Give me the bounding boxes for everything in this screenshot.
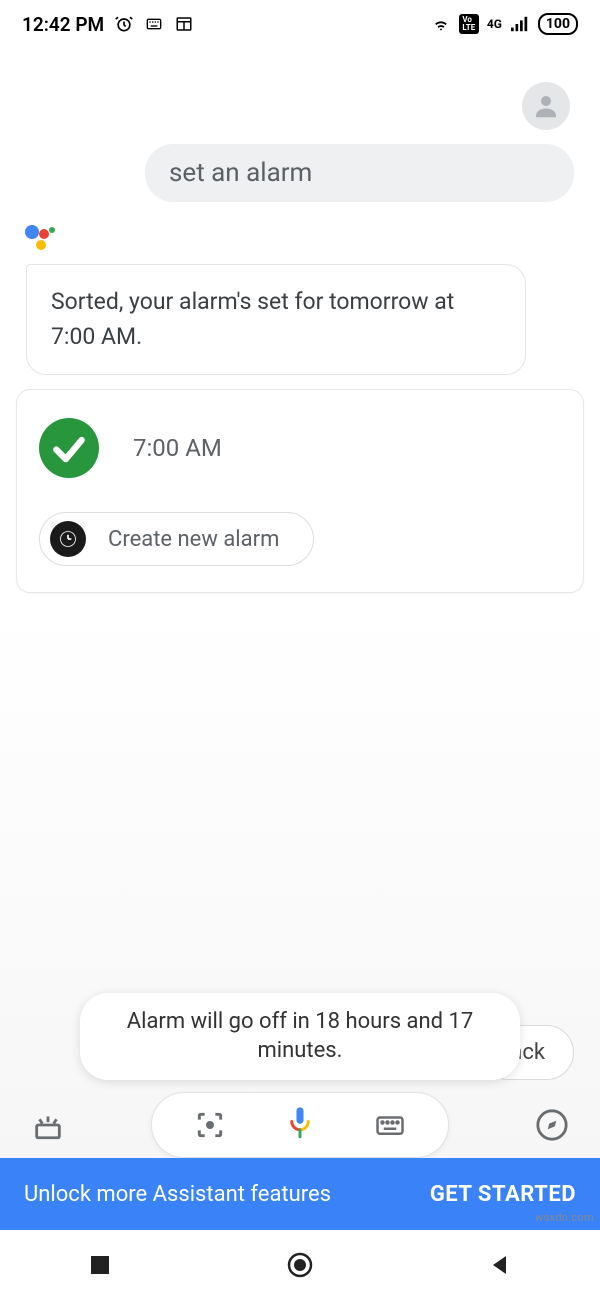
toast-message: Alarm will go off in 18 hours and 17 min…	[80, 993, 520, 1080]
status-time: 12:42 PM	[22, 13, 104, 36]
news-indicator-icon	[174, 14, 194, 34]
conversation-area: set an alarm Sorted, your alarm's set fo…	[0, 48, 600, 1300]
recents-button[interactable]	[80, 1245, 120, 1285]
user-message-text: set an alarm	[169, 158, 312, 188]
explore-icon[interactable]	[532, 1105, 572, 1145]
keyboard-indicator-icon	[144, 14, 164, 34]
clock-icon	[50, 521, 86, 557]
assistant-reply-bubble: Sorted, your alarm's set for tomorrow at…	[26, 264, 526, 375]
wifi-icon	[431, 14, 451, 34]
lens-icon[interactable]	[192, 1107, 228, 1143]
status-bar: 12:42 PM VoLTE 4G 100	[0, 0, 600, 48]
signal-icon	[510, 14, 530, 34]
back-button[interactable]	[480, 1245, 520, 1285]
create-alarm-chip[interactable]: Create new alarm	[39, 512, 314, 566]
alarm-card: 7:00 AM Create new alarm	[16, 389, 584, 593]
network-type: 4G	[487, 17, 502, 31]
updates-icon[interactable]	[28, 1105, 68, 1145]
volte-icon: VoLTE	[459, 14, 479, 34]
watermark: wsxdn.com	[535, 1211, 594, 1224]
check-icon	[39, 418, 99, 478]
input-pill	[151, 1092, 449, 1158]
system-nav-bar	[0, 1230, 600, 1300]
battery-indicator: 100	[538, 13, 578, 35]
mic-icon[interactable]	[282, 1107, 318, 1143]
user-avatar[interactable]	[522, 82, 570, 130]
promo-banner[interactable]: Unlock more Assistant features GET START…	[0, 1158, 600, 1230]
assistant-reply-text: Sorted, your alarm's set for tomorrow at…	[51, 288, 454, 350]
assistant-logo-icon	[24, 222, 586, 256]
keyboard-icon[interactable]	[372, 1107, 408, 1143]
user-message-bubble: set an alarm	[145, 144, 574, 202]
home-button[interactable]	[280, 1245, 320, 1285]
assistant-input-row	[0, 1092, 600, 1158]
alarm-time-label: 7:00 AM	[133, 434, 222, 462]
create-alarm-label: Create new alarm	[108, 527, 279, 552]
banner-text: Unlock more Assistant features	[24, 1182, 331, 1207]
alarm-indicator-icon	[114, 14, 134, 34]
get-started-button[interactable]: GET STARTED	[430, 1182, 576, 1207]
